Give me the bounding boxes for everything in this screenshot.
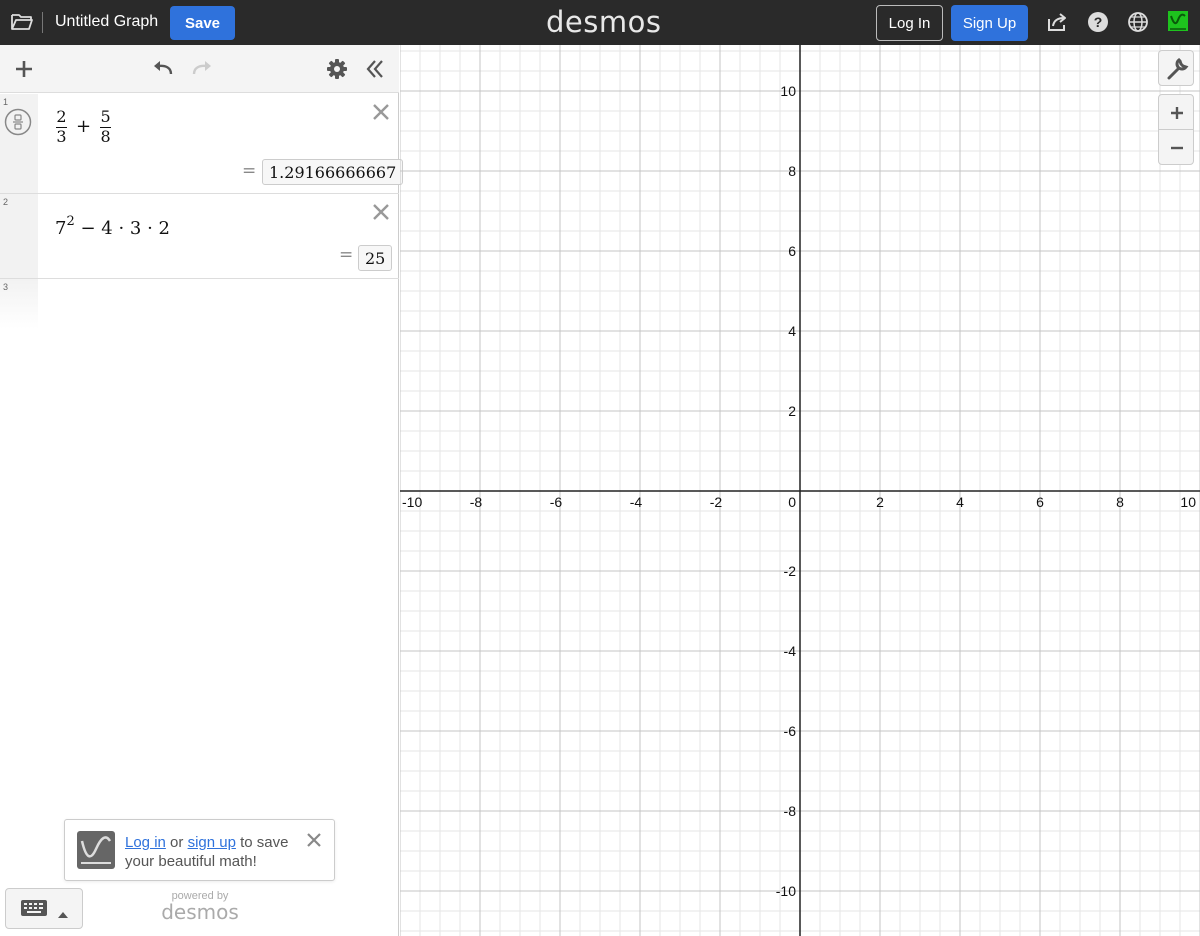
wrench-settings-icon — [1167, 58, 1189, 80]
powered-by-desmos[interactable]: powered by desmos — [150, 890, 250, 924]
expression-toolbar — [0, 45, 399, 93]
signup-button[interactable]: Sign Up — [951, 5, 1028, 41]
denominator: 8 — [100, 126, 111, 146]
user-avatar-icon[interactable] — [1167, 10, 1189, 32]
header-divider — [42, 12, 43, 33]
expression-input[interactable]: 72 − 4 · 3 · 2 — [55, 214, 170, 239]
y-tick-label: -10 — [776, 883, 796, 899]
y-tick-label: -6 — [784, 723, 797, 739]
redo-icon[interactable] — [190, 57, 214, 81]
y-tick-label: 10 — [780, 83, 796, 99]
expression-number: 2 — [3, 197, 9, 207]
signup-link[interactable]: sign up — [188, 834, 236, 851]
x-tick-label: -6 — [550, 494, 563, 510]
toast-line2: your beautiful math! — [125, 853, 257, 870]
y-tick-label: -2 — [784, 563, 797, 579]
toast-message: Log in or sign up to save your beautiful… — [125, 833, 305, 871]
numerator: 2 — [56, 107, 67, 126]
expression-number: 1 — [3, 97, 9, 107]
y-tick-label: 4 — [788, 323, 796, 339]
operator: + — [76, 116, 92, 138]
folder-open-icon[interactable] — [10, 11, 34, 33]
expression-rest: − 4 · 3 · 2 — [80, 218, 170, 239]
x-tick-label: 8 — [1116, 494, 1124, 510]
keyboard-toggle-button[interactable] — [5, 888, 83, 929]
numerator: 5 — [100, 107, 111, 126]
expression-row[interactable]: 2 72 − 4 · 3 · 2 = 25 — [0, 194, 399, 279]
desmos-logo: desmos — [546, 5, 662, 39]
settings-gear-icon[interactable] — [325, 57, 349, 81]
y-tick-label: 6 — [788, 243, 796, 259]
y-tick-label: -4 — [784, 643, 797, 659]
expression-number: 3 — [3, 282, 9, 292]
share-icon[interactable] — [1046, 11, 1068, 33]
zoom-in-button[interactable] — [1158, 94, 1194, 130]
login-button[interactable]: Log In — [876, 5, 943, 41]
y-tick-label: 2 — [788, 403, 796, 419]
delete-expression-icon[interactable] — [371, 102, 391, 122]
save-prompt-toast: Log in or sign up to save your beautiful… — [64, 819, 335, 881]
expression-row[interactable]: 1 2 3 + 5 8 = 1.29166666667 — [0, 94, 404, 194]
graph-canvas[interactable]: -10 -8 -6 -4 -2 0 2 4 6 8 10 10 8 6 4 2 -2 -4 -6 -8 -10 — [400, 45, 1200, 936]
graph-settings-button[interactable] — [1158, 50, 1194, 86]
login-link[interactable]: Log in — [125, 834, 166, 851]
delete-expression-icon[interactable] — [371, 202, 391, 222]
evaluation-result: 25 — [358, 245, 393, 271]
graph-title[interactable]: Untitled Graph — [55, 13, 158, 31]
x-tick-label: -2 — [710, 494, 723, 510]
fraction: 5 8 — [100, 107, 112, 146]
svg-text:?: ? — [1094, 14, 1103, 30]
fraction: 2 3 — [56, 107, 67, 146]
close-toast-icon[interactable] — [306, 832, 322, 848]
equals-sign: = — [242, 161, 257, 181]
x-tick-label: 2 — [876, 494, 884, 510]
caret-up-icon — [57, 906, 69, 924]
desmos-app-icon — [77, 831, 115, 869]
expression-panel: 1 2 3 + 5 8 = 1.29166666667 2 72 − 4 · 3… — [0, 45, 404, 936]
x-tick-label: 0 — [788, 494, 796, 510]
toast-or: or — [170, 834, 184, 851]
x-tick-label: -4 — [630, 494, 643, 510]
help-icon[interactable]: ? — [1087, 11, 1109, 33]
denominator: 3 — [56, 126, 67, 146]
y-tick-label: -8 — [784, 803, 797, 819]
expression-input[interactable]: 2 3 + 5 8 — [56, 107, 112, 146]
evaluation-result: 1.29166666667 — [262, 159, 404, 185]
save-button[interactable]: Save — [170, 6, 235, 40]
x-tick-label: 10 — [1180, 494, 1196, 510]
equals-sign: = — [339, 245, 354, 265]
graph-paper[interactable]: -10 -8 -6 -4 -2 0 2 4 6 8 10 10 8 6 4 2 -2 -4 -6 -8 -10 — [400, 45, 1200, 936]
toast-suffix: to save — [240, 834, 289, 851]
y-tick-label: 8 — [788, 163, 796, 179]
exponent: 2 — [66, 214, 75, 229]
x-tick-label: 6 — [1036, 494, 1044, 510]
x-tick-label: 4 — [956, 494, 964, 510]
base: 7 — [55, 218, 67, 239]
powered-by-logo: desmos — [161, 900, 239, 924]
zoom-in-icon — [1171, 107, 1183, 119]
keyboard-icon — [20, 899, 48, 922]
add-icon[interactable] — [12, 57, 36, 81]
zoom-out-icon — [1171, 146, 1183, 150]
x-tick-label: -8 — [470, 494, 483, 510]
language-globe-icon[interactable] — [1127, 11, 1149, 33]
collapse-panel-icon[interactable] — [363, 57, 387, 81]
undo-icon[interactable] — [151, 57, 175, 81]
top-header: Untitled Graph Save desmos Log In Sign U… — [0, 0, 1200, 45]
zoom-out-button[interactable] — [1158, 129, 1194, 165]
fraction-toggle-icon[interactable] — [4, 108, 32, 136]
x-tick-label: -10 — [402, 494, 422, 510]
